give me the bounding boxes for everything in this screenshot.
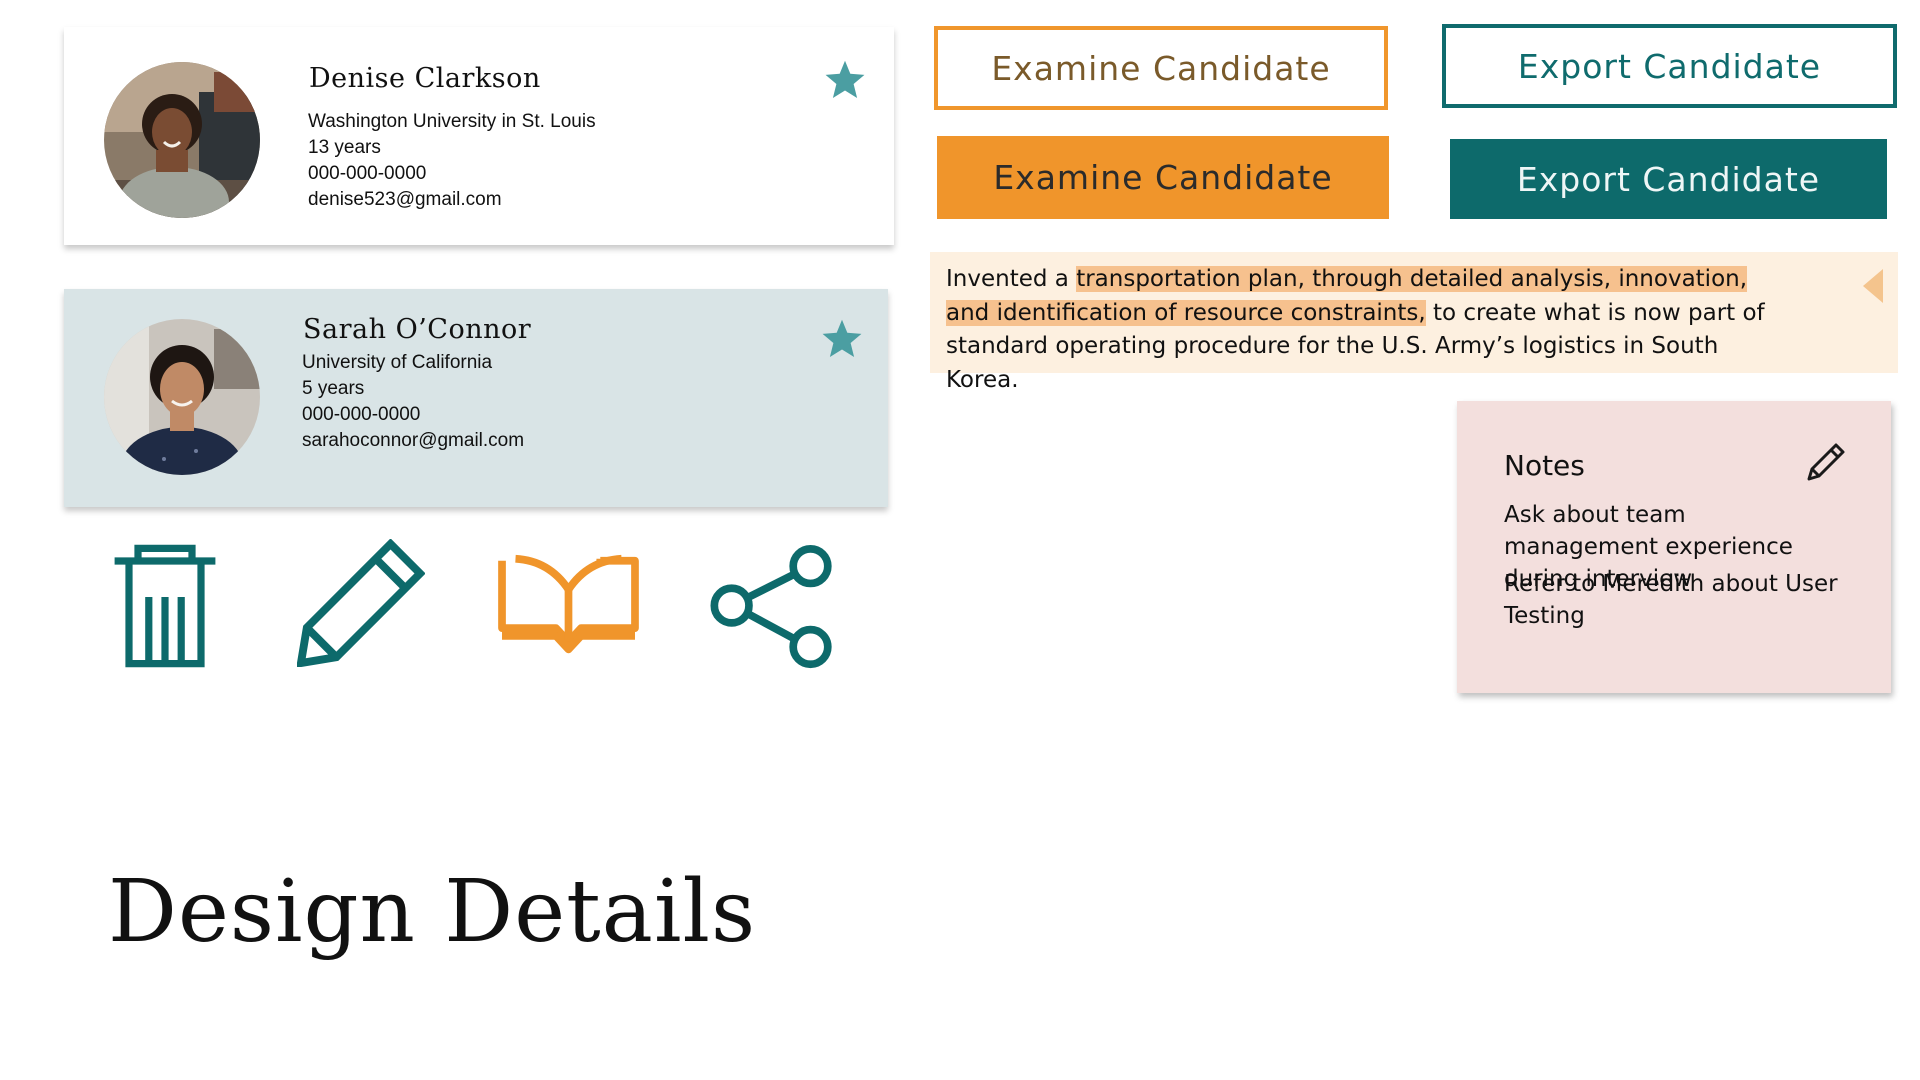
note-item: Refer to Meredith about User Testing (1504, 571, 1838, 629)
star-icon[interactable] (819, 317, 865, 361)
highlight-prefix: Invented a (946, 266, 1077, 292)
candidate-experience: 13 years (308, 137, 381, 158)
pencil-icon[interactable] (297, 539, 425, 667)
candidate-card-sarah[interactable]: Sarah O’Connor University of California … (64, 289, 888, 507)
notes-panel: Notes Ask about team management experien… (1457, 401, 1891, 693)
candidate-email: denise523@gmail.com (308, 189, 502, 210)
star-icon[interactable] (822, 58, 868, 102)
candidate-avatar (104, 62, 260, 218)
book-icon[interactable] (496, 553, 641, 659)
share-icon[interactable] (709, 545, 837, 670)
candidate-school: University of California (302, 352, 493, 373)
collapse-arrow-icon[interactable] (1863, 269, 1883, 303)
notes-title: Notes (1504, 449, 1585, 482)
candidate-phone: 000-000-0000 (308, 163, 427, 184)
export-candidate-button[interactable]: Export Candidate (1450, 139, 1887, 219)
trash-icon[interactable] (110, 543, 220, 669)
candidate-experience: 5 years (302, 378, 365, 399)
highlight-comment: Invented a transportation plan, through … (930, 252, 1898, 393)
candidate-name: Sarah O’Connor (303, 314, 532, 345)
candidate-card-denise[interactable]: Denise Clarkson Washington University in… (64, 27, 894, 245)
candidate-school: Washington University in St. Louis (308, 111, 596, 132)
examine-candidate-outline-button[interactable]: Examine Candidate (934, 26, 1388, 110)
candidate-name: Denise Clarkson (309, 63, 541, 94)
candidate-phone: 000-000-0000 (302, 404, 421, 425)
edit-icon[interactable] (1806, 442, 1846, 482)
page-title: Design Details (108, 862, 757, 962)
examine-candidate-button[interactable]: Examine Candidate (937, 136, 1389, 219)
export-candidate-outline-button[interactable]: Export Candidate (1442, 24, 1897, 108)
candidate-email: sarahoconnor@gmail.com (302, 430, 525, 451)
candidate-avatar (104, 319, 260, 475)
